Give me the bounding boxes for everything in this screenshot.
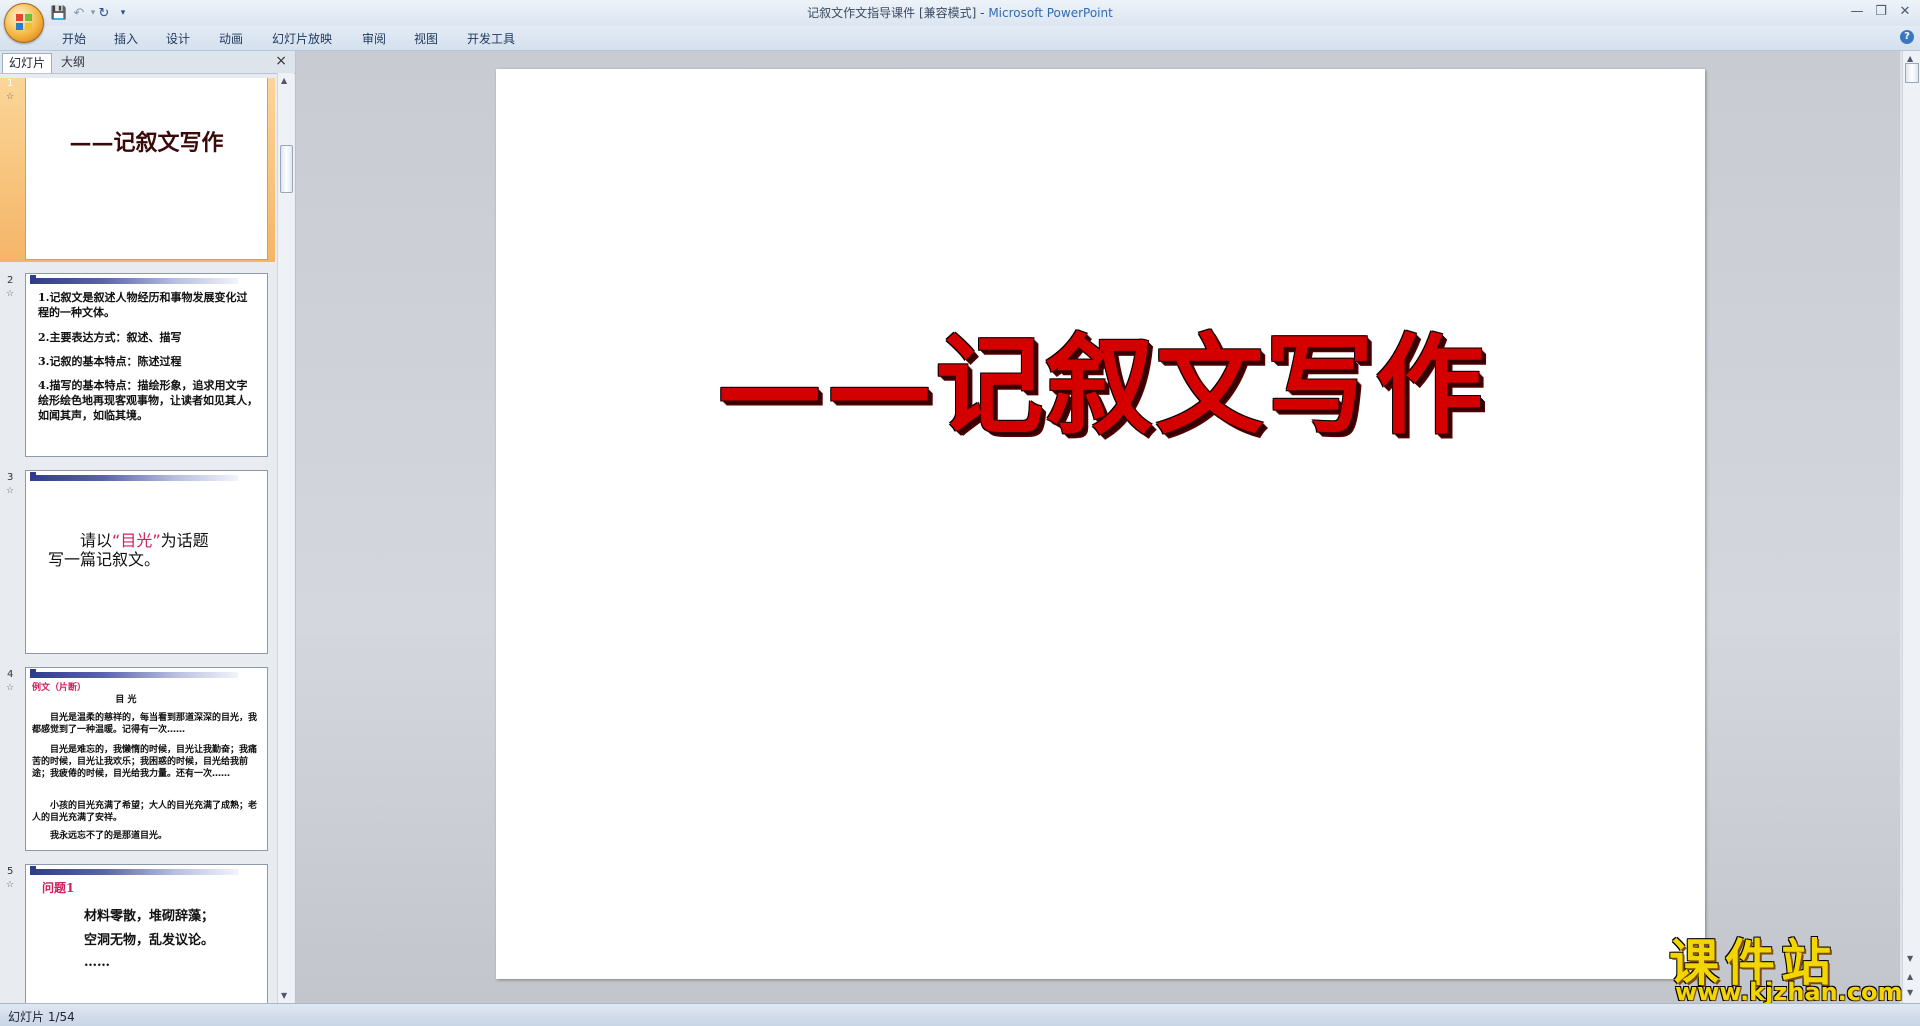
redo-icon[interactable]: ↻ [95,4,113,22]
thumbnail-preview: 请以“目光”为话题 写一篇记叙文。 [25,470,268,654]
thumbnail-preview: 例文（片断） 目 光 目光是温柔的慈祥的，每当看到那道深深的目光，我都感觉到了一… [25,667,268,851]
previous-slide-icon[interactable]: ▲ [1907,972,1913,981]
animation-star-icon: ☆ [6,683,15,693]
text-post: 为话题 [160,531,209,550]
thumbnail-text: 4.描写的基本特点：描绘形象，追求用文字绘形绘色地再现客观事物，让读者如见其人，… [38,379,258,422]
slide-editing-area: ——记叙文写作 [296,51,1900,1003]
scroll-down-icon[interactable]: ▼ [1907,954,1913,963]
pane-tabs: 幻灯片 大纲 × [0,51,295,74]
animation-star-icon: ☆ [6,289,15,299]
thumbnail-text: 请以“目光”为话题 写一篇记叙文。 [48,531,248,569]
current-slide[interactable]: ——记叙文写作 [496,69,1705,979]
slide-number: 3 [7,472,14,483]
decoration-bar [30,866,238,875]
animation-star-icon: ☆ [6,486,15,496]
thumbnail-label: 问题1 [42,881,75,895]
slide-number: 5 [7,866,14,877]
scroll-up-icon[interactable]: ▲ [281,76,287,85]
decoration-bar [30,669,238,678]
thumbnail-slide-2[interactable]: 2 ☆ 1.记叙文是叙述人物经历和事物发展变化过程的一种文体。 2.主要表达方式… [0,269,275,459]
watermark-logo: 课件站 www.kjzhan.com [1665,923,1905,1006]
slide-number: 2 [7,275,14,286]
thumbnail-text: 目光是温柔的慈祥的，每当看到那道深深的目光，我都感觉到了一种温暖。记得有一次…… [32,713,258,735]
title-bar: 记叙文作文指导课件 [兼容模式] - Microsoft PowerPoint … [0,0,1920,26]
window-title: 记叙文作文指导课件 [兼容模式] - Microsoft PowerPoint [0,0,1920,26]
next-slide-icon[interactable]: ▼ [1907,988,1913,997]
pane-close-icon[interactable]: × [275,53,287,69]
tab-slideshow[interactable]: 幻灯片放映 [272,30,332,48]
thumbnail-text: …… [84,955,110,970]
slide-indicator: 幻灯片 1/54 [8,1010,75,1024]
tab-home[interactable]: 开始 [62,30,86,48]
ribbon-tabs: 开始 插入 设计 动画 幻灯片放映 审阅 视图 开发工具 [0,26,1920,51]
watermark-url: www.kjzhan.com [1675,978,1903,1006]
status-bar: 幻灯片 1/54 [0,1003,1920,1026]
thumbnail-title: ——记叙文写作 [69,130,224,156]
tab-insert[interactable]: 插入 [114,30,138,48]
slide-scrollbar[interactable]: ▲ ▼ ▲ ▼ [1902,51,1920,1003]
app-name: Microsoft PowerPoint [984,6,1113,20]
thumbnail-text: 1.记叙文是叙述人物经历和事物发展变化过程的一种文体。 [38,291,248,319]
thumbnail-text: 我永远忘不了的是那道目光。 [32,831,168,841]
tab-slides[interactable]: 幻灯片 [2,53,53,73]
scrollbar-thumb[interactable] [280,145,293,193]
animation-star-icon: ☆ [6,92,15,102]
document-title: 记叙文作文指导课件 [兼容模式] - [807,6,985,20]
thumbnail-scrollbar[interactable]: ▲ ▼ [277,73,294,1003]
scrollbar-thumb[interactable] [1905,63,1919,83]
text-line2: 写一篇记叙文。 [48,550,161,569]
thumbnail-text: 空洞无物，乱发议论。 [84,933,215,948]
scroll-up-icon[interactable]: ▲ [1907,54,1913,63]
thumbnail-text: 材料零散，堆砌辞藻； [84,909,215,924]
decoration-bar [30,472,238,481]
thumbnail-list: 1 ☆ ——记叙文写作 2 ☆ 1.记叙文是叙述人物经历和事物发展变化过程的一种… [0,78,275,1003]
thumbnail-slide-1[interactable]: 1 ☆ ——记叙文写作 [0,78,275,262]
customize-qat-icon[interactable]: ▾ [114,4,132,22]
thumbnail-text: 3.记叙的基本特点：陈述过程 [38,355,182,368]
slides-pane: 幻灯片 大纲 × 1 ☆ ——记叙文写作 2 ☆ 1.记叙文是叙述人物经历和事物… [0,51,296,1003]
thumbnail-slide-4[interactable]: 4 ☆ 例文（片断） 目 光 目光是温柔的慈祥的，每当看到那道深深的目光，我都感… [0,663,275,853]
thumbnail-text: 2.主要表达方式：叙述、描写 [38,331,182,344]
office-button[interactable] [4,3,44,43]
help-icon[interactable]: ? [1900,30,1914,44]
text-highlight: “目光” [112,531,161,550]
tab-review[interactable]: 审阅 [362,30,386,48]
thumbnail-text: 目光是难忘的，我懒惰的时候，目光让我勤奋；我痛苦的时候，目光让我欢乐；我困惑的时… [32,745,258,779]
thumbnail-preview: 1.记叙文是叙述人物经历和事物发展变化过程的一种文体。 2.主要表达方式：叙述、… [25,273,268,457]
tab-animations[interactable]: 动画 [219,30,243,48]
scroll-down-icon[interactable]: ▼ [281,991,287,1000]
decoration-bar [30,275,238,284]
text-pre: 请以 [80,531,113,550]
thumbnail-label: 例文（片断） [32,683,87,693]
thumbnail-text: 小孩的目光充满了希望；大人的目光充满了成熟；老人的目光充满了安祥。 [32,801,258,823]
slide-number: 4 [7,669,14,680]
tab-outline[interactable]: 大纲 [55,53,91,72]
office-logo-icon [16,14,32,30]
thumbnail-preview: ——记叙文写作 [25,78,268,260]
thumbnail-slide-3[interactable]: 3 ☆ 请以“目光”为话题 写一篇记叙文。 [0,466,275,656]
animation-star-icon: ☆ [6,880,15,890]
thumbnail-slide-5[interactable]: 5 ☆ 问题1 材料零散，堆砌辞藻； 空洞无物，乱发议论。 …… [0,860,275,1003]
slide-title[interactable]: ——记叙文写作 [496,299,1705,455]
minimize-icon[interactable]: — [1846,3,1868,21]
close-icon[interactable]: ✕ [1894,3,1916,21]
tab-view[interactable]: 视图 [414,30,438,48]
thumbnail-preview: 问题1 材料零散，堆砌辞藻； 空洞无物，乱发议论。 …… [25,864,268,1003]
tab-design[interactable]: 设计 [166,30,190,48]
tab-developer[interactable]: 开发工具 [467,30,515,48]
thumbnail-heading: 目 光 [115,695,137,705]
restore-icon[interactable]: ❐ [1870,3,1892,21]
slide-number: 1 [7,78,14,89]
save-icon[interactable]: 💾 [50,4,68,22]
